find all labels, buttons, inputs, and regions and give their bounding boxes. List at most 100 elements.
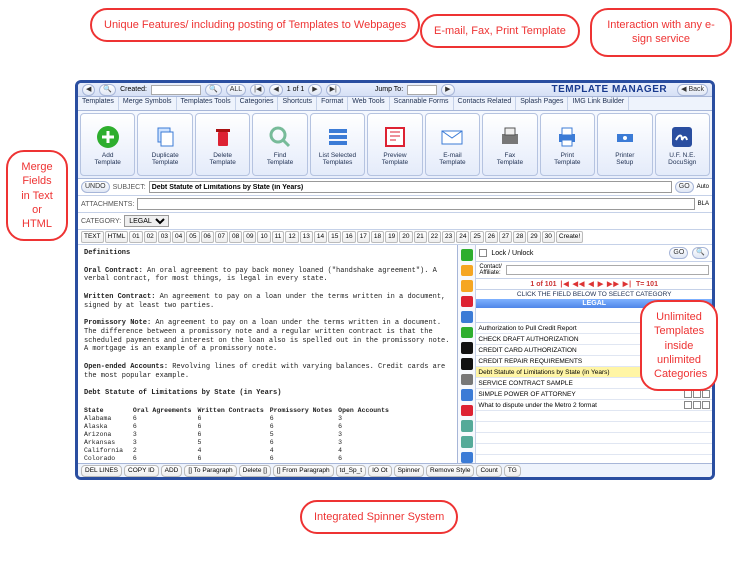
slot-20[interactable]: 20	[399, 231, 412, 243]
list-search-icon[interactable]: 🔍	[692, 247, 709, 259]
slot-15[interactable]: 15	[328, 231, 341, 243]
slot-08[interactable]: 08	[229, 231, 242, 243]
text-tab[interactable]: TEXT	[81, 231, 104, 243]
editor-content[interactable]: DefinitionsOral Contract: An oral agreem…	[78, 245, 457, 463]
footer-remove-style-button[interactable]: Remove Style	[426, 465, 474, 477]
next-icon[interactable]: ▶	[308, 84, 321, 96]
slot-19[interactable]: 19	[385, 231, 398, 243]
find-template-button[interactable]: Find Template	[252, 113, 307, 176]
tab-format[interactable]: Format	[317, 97, 348, 110]
slot-07[interactable]: 07	[215, 231, 228, 243]
find-icon[interactable]: 🔍	[205, 84, 222, 96]
go-button[interactable]: GO	[675, 181, 694, 193]
add-template-button[interactable]: Add Template	[80, 113, 135, 176]
warning-icon[interactable]	[461, 296, 473, 308]
slot-21[interactable]: 21	[414, 231, 427, 243]
slot-18[interactable]: 18	[371, 231, 384, 243]
slot-27[interactable]: 27	[499, 231, 512, 243]
font-icon[interactable]	[461, 420, 473, 432]
tab-scannable-forms[interactable]: Scannable Forms	[390, 97, 454, 110]
color-icon[interactable]	[461, 452, 473, 464]
slot-03[interactable]: 03	[158, 231, 171, 243]
dot-icon[interactable]	[461, 342, 473, 354]
fax-template-button[interactable]: Fax Template	[482, 113, 537, 176]
size-icon[interactable]	[461, 436, 473, 448]
create-button[interactable]: Create!	[556, 231, 583, 243]
slot-17[interactable]: 17	[357, 231, 370, 243]
jump-go-icon[interactable]: ▶	[441, 84, 454, 96]
contact-input[interactable]	[506, 265, 709, 275]
tab-img-link-builder[interactable]: IMG Link Builder	[568, 97, 629, 110]
align-icon[interactable]	[461, 405, 473, 417]
slot-09[interactable]: 09	[243, 231, 256, 243]
slot-02[interactable]: 02	[144, 231, 157, 243]
duplicate-template-button[interactable]: Duplicate Template	[137, 113, 192, 176]
tab-templates[interactable]: Templates	[78, 97, 119, 110]
slot-12[interactable]: 12	[285, 231, 298, 243]
subject-input[interactable]	[149, 181, 672, 193]
all-button[interactable]: ALL	[226, 84, 246, 96]
prev-icon[interactable]: ◀	[269, 84, 282, 96]
tab-templates-tools[interactable]: Templates Tools	[177, 97, 236, 110]
slot-06[interactable]: 06	[201, 231, 214, 243]
dot2-icon[interactable]	[461, 358, 473, 370]
check-icon[interactable]	[461, 327, 473, 339]
slot-10[interactable]: 10	[257, 231, 270, 243]
lock-checkbox[interactable]	[479, 249, 487, 257]
slot-25[interactable]: 25	[470, 231, 483, 243]
slot-16[interactable]: 16	[342, 231, 355, 243]
footer-delete--button[interactable]: Delete []	[239, 465, 271, 477]
tag-icon[interactable]	[461, 280, 473, 292]
jump-to-input[interactable]	[407, 85, 437, 95]
tab-merge-symbols[interactable]: Merge Symbols	[119, 97, 177, 110]
slot-14[interactable]: 14	[314, 231, 327, 243]
footer-tg-button[interactable]: TG	[504, 465, 521, 477]
go-small-button[interactable]: GO	[669, 247, 688, 259]
list-selected-templates-button[interactable]: List Selected Templates	[310, 113, 365, 176]
footer-del-lines-button[interactable]: DEL LINES	[81, 465, 122, 477]
first-icon[interactable]: |◀	[250, 84, 265, 96]
created-input[interactable]	[151, 85, 201, 95]
u-f-n-e-docusign-button[interactable]: U.F. N.E. DocuSign	[655, 113, 710, 176]
tab-splash-pages[interactable]: Splash Pages	[516, 97, 568, 110]
star-icon[interactable]	[461, 265, 473, 277]
attachments-input[interactable]	[137, 198, 694, 210]
print-template-button[interactable]: Print Template	[540, 113, 595, 176]
footer-copy-id-button[interactable]: COPY ID	[124, 465, 159, 477]
e-mail-template-button[interactable]: E-mail Template	[425, 113, 480, 176]
printer-setup-button[interactable]: Printer Setup	[597, 113, 652, 176]
preview-template-button[interactable]: Preview Template	[367, 113, 422, 176]
footer--from-paragraph-button[interactable]: [] From Paragraph	[273, 465, 334, 477]
slot-23[interactable]: 23	[442, 231, 455, 243]
slot-22[interactable]: 22	[428, 231, 441, 243]
globe-icon[interactable]	[461, 311, 473, 323]
bold-icon[interactable]	[461, 389, 473, 401]
undo-button[interactable]: UNDO	[81, 181, 110, 193]
search-icon[interactable]: 🔍	[99, 84, 116, 96]
slot-13[interactable]: 13	[300, 231, 313, 243]
list-nav-arrows[interactable]: |◀ ◀◀ ◀ ▶ ▶▶ ▶|	[560, 281, 632, 288]
slot-04[interactable]: 04	[172, 231, 185, 243]
slot-26[interactable]: 26	[485, 231, 498, 243]
flag-icon[interactable]	[461, 249, 473, 261]
tab-shortcuts[interactable]: Shortcuts	[278, 97, 317, 110]
template-list-item[interactable]: What to dispute under the Metro 2 format	[476, 400, 712, 411]
slot-24[interactable]: 24	[456, 231, 469, 243]
slot-11[interactable]: 11	[272, 231, 285, 243]
copy-icon[interactable]	[461, 374, 473, 386]
footer-count-button[interactable]: Count	[476, 465, 501, 477]
tab-categories[interactable]: Categories	[236, 97, 279, 110]
html-tab[interactable]: HTML	[105, 231, 129, 243]
tab-web-tools[interactable]: Web Tools	[348, 97, 389, 110]
nav-prev-icon[interactable]: ◀	[82, 84, 95, 96]
slot-28[interactable]: 28	[513, 231, 526, 243]
last-icon[interactable]: ▶|	[326, 84, 341, 96]
category-select[interactable]: LEGAL	[124, 215, 169, 227]
footer-spinner-button[interactable]: Spinner	[394, 465, 424, 477]
delete-template-button[interactable]: Delete Template	[195, 113, 250, 176]
footer--to-paragraph-button[interactable]: [] To Paragraph	[184, 465, 236, 477]
tab-contacts-related[interactable]: Contacts Related	[454, 97, 517, 110]
slot-29[interactable]: 29	[527, 231, 540, 243]
footer-td-sp-t-button[interactable]: td_Sp_t	[336, 465, 366, 477]
footer-add-button[interactable]: ADD	[161, 465, 183, 477]
